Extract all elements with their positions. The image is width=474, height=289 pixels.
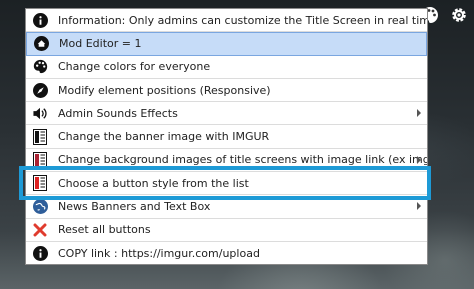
menu-item-admin-sounds[interactable]: Admin Sounds Effects (26, 102, 427, 126)
close-icon (32, 222, 48, 238)
gear-icon[interactable] (449, 5, 469, 25)
menu-item-information[interactable]: Information: Only admins can customize t… (26, 9, 427, 33)
menu-item-label: Change colors for everyone (58, 60, 211, 74)
menu-item-label: News Banners and Text Box (58, 200, 211, 214)
menu-item-label: Information: Only admins can customize t… (58, 13, 427, 27)
menu-item-label: Change background images of title screen… (58, 153, 427, 167)
speaker-icon (32, 105, 48, 121)
menu-item-news-banners[interactable]: News Banners and Text Box (26, 195, 427, 219)
menu-item-label: Admin Sounds Effects (58, 106, 178, 120)
menu-item-mod-editor[interactable]: Mod Editor = 1 (26, 32, 427, 56)
menu-item-label: Reset all buttons (58, 223, 151, 237)
menu-item-change-banner[interactable]: Change the banner image with IMGUR (26, 125, 427, 149)
menu-item-copy-link[interactable]: COPY link : https://imgur.com/upload (26, 242, 427, 265)
menu-item-label: COPY link : https://imgur.com/upload (58, 247, 260, 261)
image-frame-icon (32, 151, 48, 168)
info-icon (32, 246, 48, 262)
compass-icon (32, 82, 48, 98)
home-icon (33, 36, 49, 52)
menu-item-label: Modify element positions (Responsive) (58, 83, 271, 97)
palette-icon (32, 59, 48, 75)
image-frame-icon (32, 128, 48, 145)
menu-item-label: Change the banner image with IMGUR (58, 130, 270, 144)
menu-item-button-style[interactable]: Choose a button style from the list (26, 172, 427, 196)
globe-icon (32, 199, 48, 215)
submenu-arrow-icon (417, 155, 421, 164)
menu-item-label: Mod Editor = 1 (59, 37, 142, 51)
info-icon (32, 12, 48, 28)
menu-item-change-background[interactable]: Change background images of title screen… (26, 149, 427, 173)
menu-item-change-colors[interactable]: Change colors for everyone (26, 56, 427, 79)
menu-item-label: Choose a button style from the list (58, 176, 249, 190)
admin-context-menu: Information: Only admins can customize t… (25, 8, 428, 265)
button-style-icon (32, 175, 48, 192)
submenu-arrow-icon (417, 109, 421, 118)
submenu-arrow-icon (417, 202, 421, 211)
menu-item-modify-positions[interactable]: Modify element positions (Responsive) (26, 79, 427, 103)
menu-item-reset-buttons[interactable]: Reset all buttons (26, 219, 427, 242)
